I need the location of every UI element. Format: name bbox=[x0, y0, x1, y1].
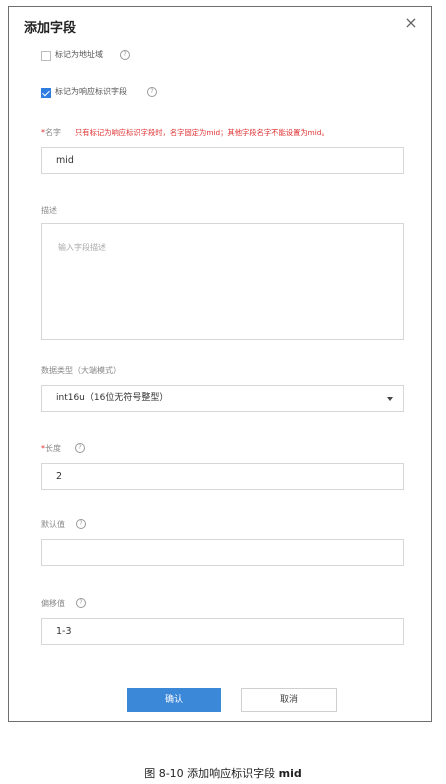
dialog-title: 添加字段 bbox=[24, 21, 77, 36]
help-icon[interactable]: ? bbox=[75, 443, 85, 453]
datatype-select[interactable]: int16u（16位无符号整型） bbox=[41, 385, 404, 412]
caption-text: 图 8-10 添加响应标识字段 bbox=[144, 767, 279, 780]
name-label-text: 名字 bbox=[45, 128, 61, 137]
response-id-checkbox-label: 标记为响应标识字段 bbox=[55, 87, 127, 96]
help-icon[interactable]: ? bbox=[120, 50, 130, 60]
name-label: *名字 bbox=[41, 127, 61, 138]
length-input[interactable]: 2 bbox=[41, 463, 404, 490]
datatype-selected: int16u（16位无符号整型） bbox=[56, 393, 169, 403]
offset-input[interactable]: 1-3 bbox=[41, 618, 404, 645]
offset-label: 偏移值 bbox=[41, 599, 65, 608]
confirm-button[interactable]: 确认 bbox=[127, 688, 221, 712]
response-id-checkbox[interactable] bbox=[41, 88, 51, 98]
address-checkbox[interactable] bbox=[41, 51, 51, 61]
caption-bold: mid bbox=[278, 767, 302, 780]
description-label: 描述 bbox=[41, 206, 57, 215]
help-icon[interactable]: ? bbox=[147, 87, 157, 97]
help-icon[interactable]: ? bbox=[76, 598, 86, 608]
cancel-button[interactable]: 取消 bbox=[241, 688, 337, 712]
name-input[interactable]: mid bbox=[41, 147, 404, 174]
address-checkbox-label: 标记为地址域 bbox=[55, 50, 103, 59]
chevron-down-icon bbox=[387, 397, 393, 401]
description-placeholder: 输入字段描述 bbox=[58, 243, 106, 252]
default-value-input[interactable] bbox=[41, 539, 404, 566]
default-value-label: 默认值 bbox=[41, 520, 65, 529]
datatype-label: 数据类型（大端模式） bbox=[41, 366, 121, 375]
description-textarea[interactable]: 输入字段描述 bbox=[41, 223, 404, 340]
add-field-dialog: 添加字段 × 标记为地址域 ? 标记为响应标识字段 ? *名字 只有标记为响应标… bbox=[8, 6, 432, 722]
figure-caption: 图 8-10 添加响应标识字段 mid bbox=[0, 765, 446, 781]
name-warning: 只有标记为响应标识字段时，名字固定为mid；其他字段名字不能设置为mid。 bbox=[75, 128, 329, 137]
close-icon[interactable]: × bbox=[403, 15, 419, 31]
length-label: *长度 bbox=[41, 443, 61, 454]
help-icon[interactable]: ? bbox=[76, 519, 86, 529]
length-label-text: 长度 bbox=[45, 444, 61, 453]
